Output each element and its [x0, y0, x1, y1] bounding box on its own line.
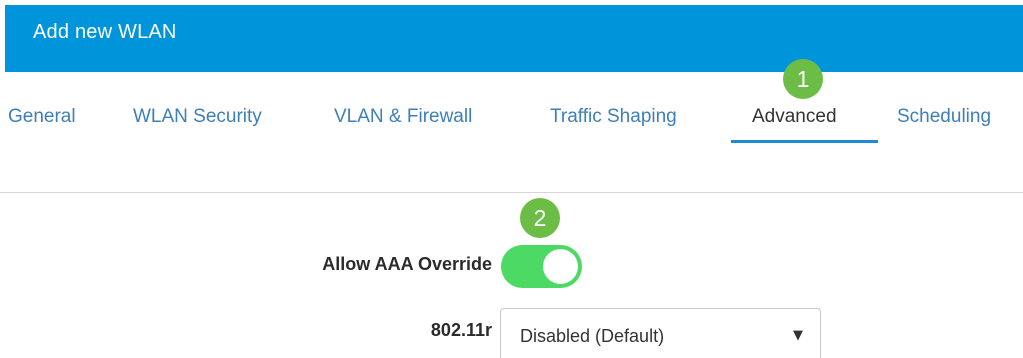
step-badge-1: 1: [783, 59, 823, 99]
allow-aaa-override-label: Allow AAA Override: [322, 254, 492, 274]
modal-title: Add new WLAN: [33, 21, 177, 43]
active-tab-indicator: [731, 140, 878, 143]
tab-wlan-security[interactable]: WLAN Security: [133, 106, 262, 128]
allow-aaa-override-toggle[interactable]: [501, 245, 582, 288]
dot11r-label: 802.11r: [430, 320, 492, 340]
tab-advanced[interactable]: Advanced: [752, 106, 837, 128]
tab-general[interactable]: General: [8, 106, 76, 128]
modal-header: Add new WLAN: [5, 5, 1023, 72]
tab-vlan-firewall[interactable]: VLAN & Firewall: [334, 106, 472, 128]
tab-bar: General WLAN Security VLAN & Firewall Tr…: [0, 90, 1023, 150]
toggle-knob: [543, 249, 578, 284]
dot11r-select[interactable]: Disabled (Default) ▼: [500, 308, 821, 358]
dot11r-selected-value: Disabled (Default): [520, 326, 665, 346]
step-badge-2: 2: [520, 198, 560, 238]
dropdown-arrow-icon: ▼: [793, 328, 803, 343]
tab-traffic-shaping[interactable]: Traffic Shaping: [550, 106, 677, 128]
section-divider: [0, 192, 1023, 193]
tab-scheduling[interactable]: Scheduling: [897, 106, 991, 128]
